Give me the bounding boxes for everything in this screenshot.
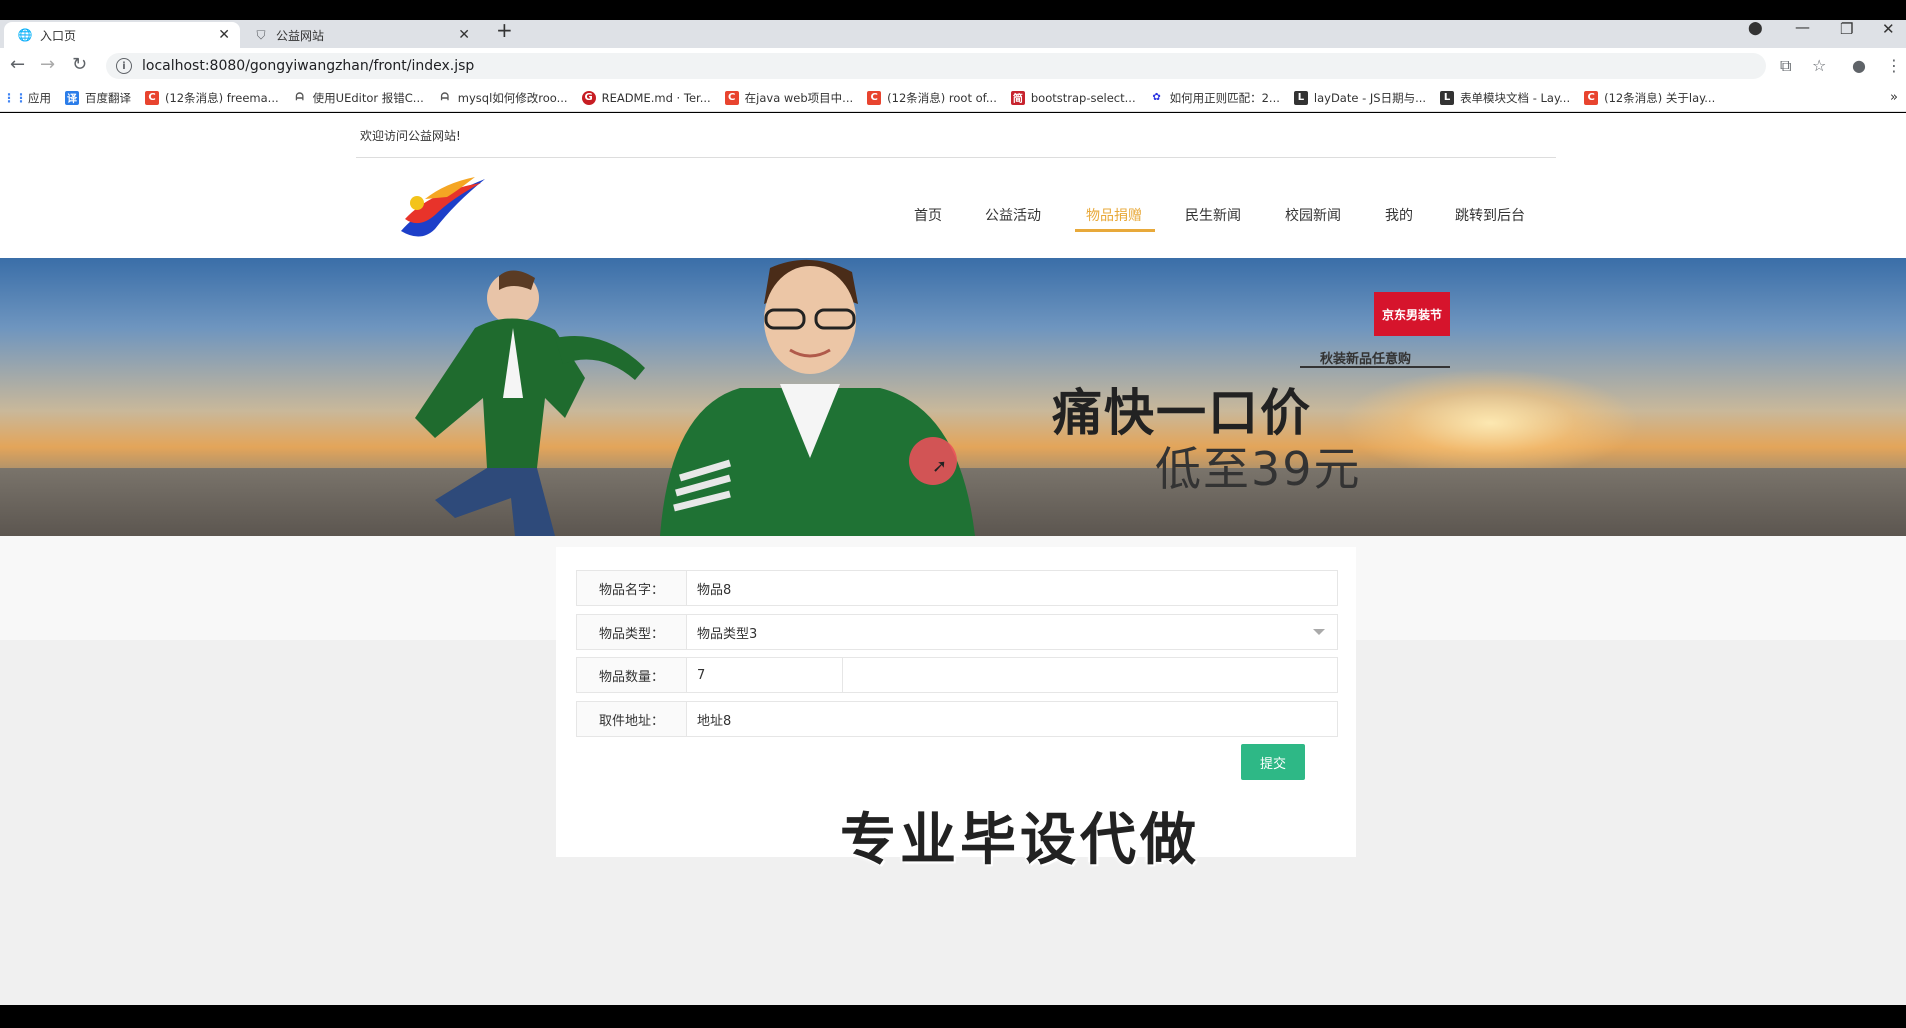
bookmark-favicon-icon: ✿ — [1152, 92, 1161, 103]
tab-title: 入口页 — [40, 28, 77, 43]
restore-button[interactable]: ❐ — [1840, 20, 1853, 38]
bookmark-favicon-icon: ᗩ — [440, 92, 449, 103]
bookmark-item[interactable]: ᗩ 使用UEditor 报错C... — [293, 90, 424, 106]
item-quantity-label: 物品数量： — [577, 658, 687, 692]
bookmark-favicon-icon: C — [1584, 90, 1599, 105]
bookmark-favicon-icon: C — [145, 90, 159, 105]
apps-icon: ⋮⋮ — [3, 90, 27, 105]
nav-goto-admin[interactable]: 跳转到后台 — [1455, 205, 1525, 225]
new-tab-button[interactable]: + — [496, 18, 513, 42]
tab-search-icon[interactable]: ⬤ — [1748, 21, 1763, 36]
tab-title: 公益网站 — [276, 28, 325, 43]
info-icon[interactable]: i — [116, 58, 132, 74]
banner-subtitle: 秋装新品任意购 — [1320, 352, 1412, 367]
submit-button[interactable]: 提交 — [1241, 744, 1305, 780]
item-type-label: 物品类型： — [577, 615, 687, 649]
close-icon[interactable]: ✕ — [458, 27, 470, 43]
back-icon[interactable]: ← — [10, 54, 25, 75]
header-divider — [356, 157, 1556, 158]
minimize-button[interactable]: — — [1795, 18, 1810, 36]
item-quantity-input[interactable]: 7 — [687, 658, 843, 692]
site-header: 欢迎访问公益网站! 首页 公益活动 物品捐赠 民生新闻 校园新闻 我的 跳转到后… — [0, 113, 1906, 258]
banner-model-jumping — [415, 270, 645, 536]
screen: 🌐 入口页 ✕ ⛉ 公益网站 ✕ + ⬤ — ❐ ✕ ← → ↻ i local… — [0, 0, 1906, 1028]
bookmark-item[interactable]: C (12条消息) 关于lay... — [1584, 90, 1715, 106]
nav-campus-news[interactable]: 校园新闻 — [1285, 205, 1341, 225]
bookmark-item[interactable]: LlayDate - JS日期与... — [1293, 90, 1426, 106]
url-text: localhost:8080/gongyiwangzhan/front/inde… — [142, 58, 475, 74]
menu-icon[interactable]: ⋮ — [1886, 56, 1902, 75]
letterbox-bottom — [0, 1005, 1906, 1028]
item-type-select[interactable]: 物品类型3 — [687, 615, 1337, 649]
bookmark-favicon-icon: 译 — [65, 90, 79, 105]
bookmark-favicon-icon: ᗩ — [295, 92, 304, 103]
nav-item-donation[interactable]: 物品捐赠 — [1086, 205, 1142, 225]
item-name-row: 物品名字： 物品8 — [576, 570, 1338, 606]
bookmark-favicon-icon: L — [1440, 90, 1455, 105]
banner-price: 低至39元 — [1155, 442, 1362, 496]
bookmark-item[interactable]: C (12条消息) freema... — [145, 90, 279, 106]
bookmark-favicon-icon: G — [581, 90, 596, 105]
tab-entry-page[interactable]: 🌐 入口页 ✕ — [4, 22, 240, 48]
bookmark-item[interactable]: G README.md · Ter... — [581, 90, 711, 105]
reload-icon[interactable]: ↻ — [72, 54, 87, 75]
banner-divider — [1300, 366, 1450, 368]
bookmark-item[interactable]: C 在java web项目中... — [724, 90, 853, 106]
tab-charity-site[interactable]: ⛉ 公益网站 ✕ — [240, 22, 480, 48]
video-watermark-text: 专业毕设代做 — [840, 808, 1200, 873]
bookmark-apps[interactable]: ⋮⋮ 应用 — [3, 90, 51, 106]
nav-home[interactable]: 首页 — [914, 205, 942, 225]
banner-badge: 京东男装节 — [1374, 292, 1450, 336]
pickup-address-label: 取件地址： — [577, 702, 687, 736]
bookmark-item[interactable]: ᗩ mysql如何修改roo... — [438, 90, 568, 106]
welcome-text: 欢迎访问公益网站! — [360, 129, 461, 143]
bookmark-favicon-icon: L — [1293, 90, 1308, 105]
pickup-address-row: 取件地址： 地址8 — [576, 701, 1338, 737]
bookmark-favicon-icon: 简 — [1010, 90, 1025, 105]
shield-icon: ⛉ — [256, 27, 266, 42]
translate-icon[interactable]: ⧉ — [1780, 56, 1791, 76]
bookmark-favicon-icon: C — [867, 90, 882, 105]
bookmark-item[interactable]: ✿ 如何用正则匹配：2... — [1150, 90, 1280, 106]
globe-icon: 🌐 — [17, 28, 33, 42]
banner-sunlight — [1340, 368, 1640, 478]
more-bookmarks-icon[interactable]: » — [1890, 90, 1898, 105]
bookmark-favicon-icon: C — [724, 90, 739, 105]
pickup-address-input[interactable]: 地址8 — [687, 702, 1337, 736]
nav-active-underline — [1075, 229, 1155, 232]
address-bar[interactable]: i localhost:8080/gongyiwangzhan/front/in… — [106, 53, 1766, 79]
star-icon[interactable]: ☆ — [1812, 56, 1826, 75]
bookmark-item[interactable]: L 表单模块文档 - Lay... — [1440, 90, 1570, 106]
item-type-row: 物品类型： 物品类型3 — [576, 614, 1338, 650]
site-logo[interactable] — [395, 173, 491, 243]
bookmark-item[interactable]: 译百度翻译 — [65, 90, 131, 106]
mouse-cursor-icon: ➚ — [932, 456, 948, 477]
chevron-down-icon[interactable] — [1313, 629, 1325, 635]
nav-charity-activities[interactable]: 公益活动 — [985, 205, 1041, 225]
close-icon[interactable]: ✕ — [218, 27, 230, 43]
banner-model-standing — [660, 259, 975, 536]
item-name-input[interactable]: 物品8 — [687, 571, 1337, 605]
letterbox-top — [0, 0, 1906, 20]
browser-tab-strip: 🌐 入口页 ✕ ⛉ 公益网站 ✕ + ⬤ — ❐ ✕ — [0, 18, 1906, 48]
bookmarks-bar: ⋮⋮ 应用 译百度翻译 C (12条消息) freema... ᗩ 使用UEditor… — [0, 84, 1906, 112]
item-name-label: 物品名字： — [577, 571, 687, 605]
bookmark-item[interactable]: 简 bootstrap-select... — [1010, 90, 1136, 105]
bookmark-item[interactable]: C (12条消息) root of... — [867, 90, 997, 106]
item-quantity-row: 物品数量： 7 — [576, 657, 1338, 693]
profile-icon[interactable]: ● — [1852, 56, 1866, 75]
browser-toolbar: ← → ↻ i localhost:8080/gongyiwangzhan/fr… — [0, 48, 1906, 84]
forward-icon[interactable]: → — [40, 54, 55, 75]
promo-banner[interactable]: 京东男装节 秋装新品任意购 痛快一口价 低至39元 — [0, 258, 1906, 536]
close-window-button[interactable]: ✕ — [1882, 20, 1895, 38]
nav-mine[interactable]: 我的 — [1385, 205, 1413, 225]
nav-livelihood-news[interactable]: 民生新闻 — [1185, 205, 1241, 225]
